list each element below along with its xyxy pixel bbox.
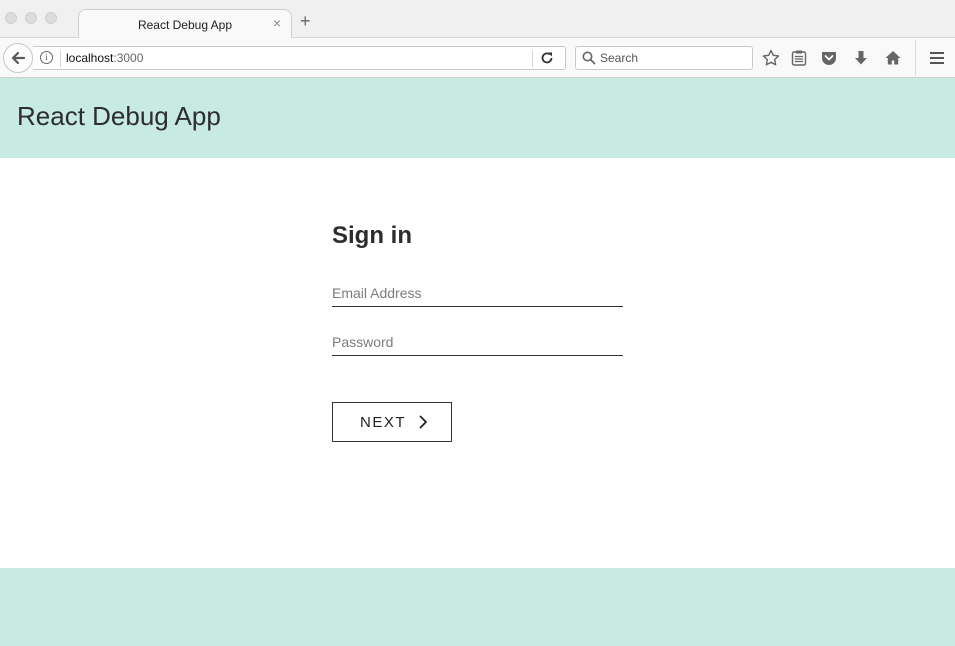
password-field[interactable] xyxy=(332,329,623,356)
maximize-window-icon[interactable] xyxy=(45,12,57,24)
bookmark-star-icon[interactable] xyxy=(761,48,781,68)
url-bar[interactable]: i localhost:3000 xyxy=(33,46,566,70)
new-tab-button[interactable]: + xyxy=(300,12,311,30)
signin-heading: Sign in xyxy=(332,222,412,249)
toolbar-divider xyxy=(915,40,916,76)
app-footer xyxy=(0,568,955,646)
download-icon[interactable] xyxy=(851,48,871,68)
url-divider xyxy=(532,50,533,67)
app-title: React Debug App xyxy=(17,101,221,131)
browser-tab[interactable]: React Debug App × xyxy=(78,9,292,39)
chevron-right-icon xyxy=(419,415,427,429)
pocket-icon[interactable] xyxy=(819,48,839,68)
url-port: :3000 xyxy=(113,51,144,65)
next-button-label: NEXT xyxy=(359,413,406,431)
back-arrow-icon xyxy=(11,51,26,65)
info-icon[interactable]: i xyxy=(40,51,53,64)
search-bar[interactable] xyxy=(575,46,753,70)
search-icon xyxy=(582,51,596,65)
reload-icon[interactable] xyxy=(540,51,554,65)
reading-list-icon[interactable] xyxy=(789,48,809,68)
email-field[interactable] xyxy=(332,280,623,307)
tab-title: React Debug App xyxy=(137,18,233,32)
next-button[interactable]: NEXT xyxy=(332,402,452,442)
browser-tab-strip: React Debug App × + xyxy=(0,0,955,39)
tab-close-icon[interactable]: × xyxy=(273,15,281,31)
minimize-window-icon[interactable] xyxy=(25,12,37,24)
app-header: React Debug App xyxy=(0,78,955,158)
hamburger-menu-icon[interactable] xyxy=(927,48,947,68)
url-divider xyxy=(60,50,61,67)
home-icon[interactable] xyxy=(883,48,903,68)
back-button[interactable] xyxy=(3,43,33,73)
url-host: localhost xyxy=(66,51,114,65)
signin-form: Sign in NEXT xyxy=(332,222,623,442)
browser-nav-bar: i localhost:3000 xyxy=(0,38,955,78)
url-text[interactable]: localhost:3000 xyxy=(66,51,143,65)
search-input[interactable] xyxy=(600,49,745,67)
close-window-icon[interactable] xyxy=(5,12,17,24)
